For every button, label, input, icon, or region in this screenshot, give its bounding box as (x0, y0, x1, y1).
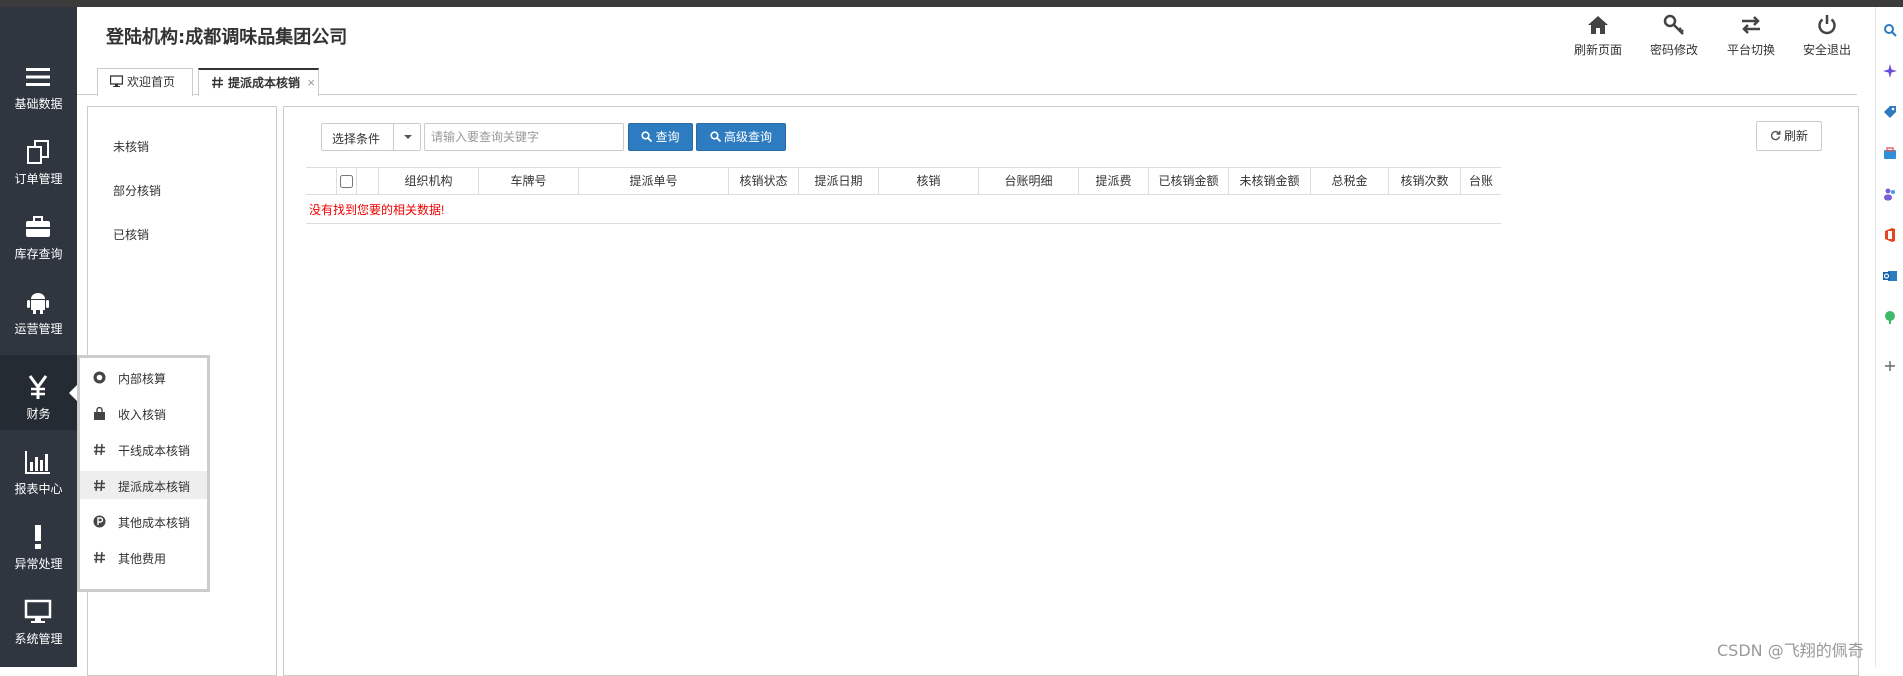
column-header[interactable]: 未核销金额 (1228, 168, 1310, 194)
exclamation-icon (35, 525, 41, 549)
empty-message: 没有找到您要的相关数据! (309, 203, 445, 217)
outlook-icon[interactable] (1883, 269, 1897, 283)
advanced-query-button[interactable]: 高级查询 (696, 123, 786, 151)
sidebar-item-label: 库存查询 (14, 247, 63, 261)
office-icon[interactable] (1883, 228, 1897, 242)
copy-icon (27, 140, 49, 164)
data-table: 组织机构 车牌号 提派单号 核销状态 提派日期 核销 台账明细 提派费 已核销金… (306, 167, 1501, 224)
submenu-dispatch-cost[interactable]: 提派成本核销 (80, 471, 207, 499)
submenu-other-fees[interactable]: 其他费用 (80, 543, 207, 571)
submenu-trunk-cost[interactable]: 干线成本核销 (80, 435, 207, 463)
sidebar-item-finance[interactable]: 财务 (0, 355, 77, 430)
filter-unverified[interactable]: 未核销 (113, 138, 149, 155)
toolbox-icon[interactable] (1883, 146, 1897, 160)
tree-icon[interactable] (1883, 310, 1897, 324)
sidebar-item-label: 财务 (26, 407, 51, 421)
select-all-cell (336, 168, 356, 194)
key-icon (1663, 14, 1684, 35)
column-header[interactable]: 提派单号 (578, 168, 728, 194)
refresh-icon (1770, 130, 1781, 141)
people-icon[interactable] (1883, 187, 1897, 201)
column-header (356, 168, 378, 194)
sidebar-item-label: 系统管理 (14, 632, 63, 646)
shopping-bag-icon (94, 407, 105, 420)
finance-submenu: 内部核算 收入核销 干线成本核销 提派成本核销 其他成本核销 其他费用 (77, 355, 210, 592)
chevron-down-icon (404, 135, 412, 139)
column-header[interactable]: 核销次数 (1388, 168, 1460, 194)
sparkle-icon[interactable] (1883, 64, 1897, 78)
watermark: CSDN @飞翔的佩奇 (1717, 641, 1864, 660)
sidebar-item-label: 订单管理 (14, 172, 63, 186)
sidebar-item-exceptions[interactable]: 异常处理 (0, 505, 77, 580)
condition-select[interactable]: 选择条件 (321, 123, 421, 151)
tab-dispatch-cost[interactable]: 提派成本核销 × (198, 68, 319, 96)
sidebar-item-operations[interactable]: 运营管理 (0, 270, 77, 345)
sidebar-item-inventory[interactable]: 库存查询 (0, 195, 77, 270)
column-header[interactable]: 台账 (1460, 168, 1501, 194)
password-change-button[interactable]: 密码修改 (1639, 14, 1709, 58)
search-icon (641, 131, 653, 143)
monitor-icon (24, 599, 52, 623)
column-header[interactable]: 提派费 (1078, 168, 1148, 194)
tab-bar: 欢迎首页 提派成本核销 × (77, 64, 1857, 96)
browser-side-rail (1875, 7, 1903, 667)
submenu-other-cost[interactable]: 其他成本核销 (80, 507, 207, 535)
logout-button[interactable]: 安全退出 (1792, 14, 1862, 58)
refresh-button[interactable]: 刷新 (1756, 121, 1822, 151)
tab-close-icon[interactable]: × (307, 70, 315, 96)
sidebar: 基础数据 订单管理 库存查询 运营管理 财务 报表中心 异常处理 系统管理 (0, 7, 77, 667)
column-header[interactable]: 台账明细 (978, 168, 1078, 194)
filter-verified[interactable]: 已核销 (113, 226, 149, 243)
tab-welcome[interactable]: 欢迎首页 (97, 68, 193, 96)
android-icon (27, 293, 49, 314)
briefcase-icon (26, 216, 50, 237)
main-panel: 选择条件 查询 高级查询 刷新 组织机构 车牌号 提派单号 核销状态 提派日期 … (283, 106, 1859, 676)
column-header[interactable]: 核销状态 (728, 168, 798, 194)
power-icon (1818, 15, 1836, 35)
tag-icon[interactable] (1883, 105, 1897, 119)
sidebar-item-system[interactable]: 系统管理 (0, 580, 77, 655)
search-input[interactable] (424, 123, 624, 151)
sidebar-item-orders[interactable]: 订单管理 (0, 120, 77, 195)
search-icon (710, 131, 722, 143)
sidebar-item-label: 异常处理 (14, 557, 63, 571)
exchange-icon (1742, 16, 1760, 34)
menu-bars-icon (26, 68, 50, 86)
table-header: 组织机构 车牌号 提派单号 核销状态 提派日期 核销 台账明细 提派费 已核销金… (306, 167, 1501, 195)
hash-icon (212, 76, 223, 89)
p-circle-icon (93, 515, 106, 528)
hash-icon (94, 551, 105, 564)
sidebar-item-label: 基础数据 (14, 97, 63, 111)
sidebar-item-label: 运营管理 (14, 322, 63, 336)
search-icon[interactable] (1883, 23, 1897, 37)
sidebar-item-reports[interactable]: 报表中心 (0, 430, 77, 505)
page-title: 登陆机构:成都调味品集团公司 (106, 27, 348, 48)
desktop-icon (109, 75, 124, 87)
filter-partially-verified[interactable]: 部分核销 (113, 182, 161, 199)
column-header[interactable]: 核销 (878, 168, 978, 194)
column-header[interactable]: 已核销金额 (1148, 168, 1228, 194)
platform-switch-button[interactable]: 平台切换 (1716, 14, 1786, 58)
column-header[interactable]: 车牌号 (478, 168, 578, 194)
bar-chart-icon (25, 451, 50, 474)
add-icon[interactable] (1883, 359, 1897, 373)
submenu-income-verification[interactable]: 收入核销 (80, 399, 207, 427)
submenu-internal-accounting[interactable]: 内部核算 (80, 363, 207, 391)
home-icon (1588, 16, 1608, 34)
sidebar-item-label: 报表中心 (14, 482, 63, 496)
yen-icon (28, 375, 48, 399)
hash-icon (94, 479, 105, 492)
select-all-checkbox[interactable] (340, 175, 353, 188)
sidebar-item-basic-data[interactable]: 基础数据 (0, 45, 77, 120)
column-header[interactable]: 提派日期 (798, 168, 878, 194)
circle-o-icon (93, 371, 106, 384)
popup-pointer (69, 385, 77, 401)
column-header[interactable]: 总税金 (1310, 168, 1388, 194)
refresh-page-button[interactable]: 刷新页面 (1563, 14, 1633, 58)
hash-icon (94, 443, 105, 456)
top-strip (0, 0, 1903, 7)
column-header[interactable]: 组织机构 (378, 168, 478, 194)
query-button[interactable]: 查询 (628, 123, 693, 151)
